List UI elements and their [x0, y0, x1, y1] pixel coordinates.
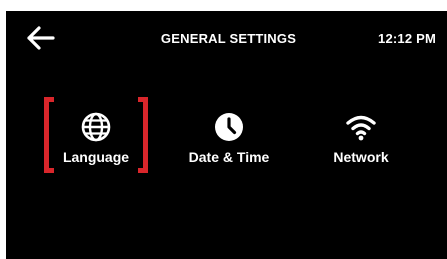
wifi-icon — [346, 115, 376, 141]
menu-item-network[interactable]: Network — [311, 97, 411, 173]
arrow-left-icon — [27, 26, 55, 50]
menu-item-label: Network — [333, 149, 389, 165]
status-time: 12:12 PM — [378, 31, 436, 46]
page-title: GENERAL SETTINGS — [160, 31, 297, 46]
menu-item-date-time[interactable]: Date & Time — [174, 97, 284, 173]
globe-icon — [81, 112, 111, 142]
back-button[interactable] — [26, 25, 56, 51]
settings-screen: GENERAL SETTINGS 12:12 PM Language Date … — [6, 11, 447, 259]
clock-icon — [215, 113, 243, 141]
menu-item-language[interactable]: Language — [44, 97, 148, 173]
menu-item-label: Date & Time — [188, 149, 270, 165]
menu-item-label: Language — [62, 149, 130, 165]
